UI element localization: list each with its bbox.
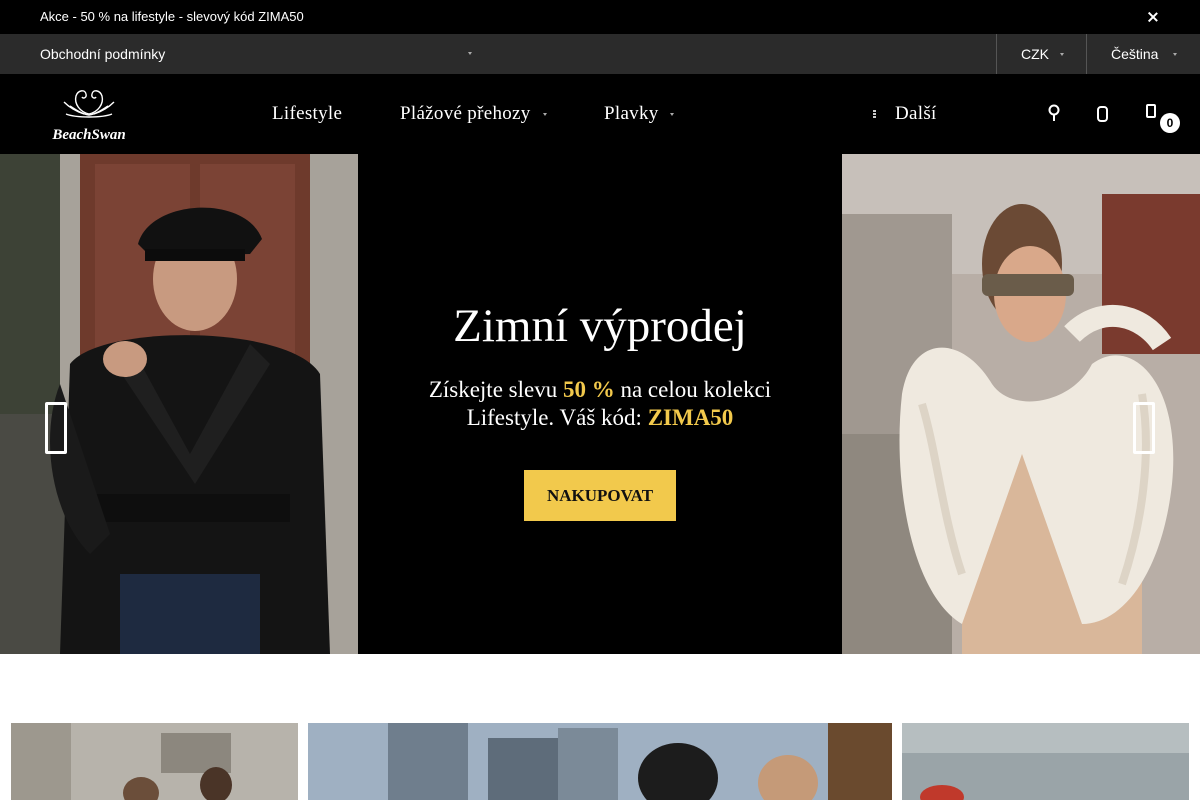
currency-selector[interactable]: CZK: [997, 34, 1086, 74]
logo[interactable]: BeachSwan: [40, 84, 138, 146]
category-tile[interactable]: [902, 723, 1189, 800]
swan-logo-icon: BeachSwan: [51, 90, 126, 143]
cart-icon[interactable]: [1145, 102, 1159, 120]
shop-now-button[interactable]: NAKUPOVAT: [524, 470, 676, 521]
nav-item-beach-covers[interactable]: Plážové přehozy: [400, 103, 531, 125]
terms-chevron-icon: [468, 52, 472, 55]
chevron-right-icon[interactable]: [1133, 402, 1155, 454]
chevron-down-icon: [543, 113, 547, 116]
terms-link[interactable]: Obchodní podmínky: [40, 46, 165, 62]
category-tile[interactable]: [11, 723, 298, 800]
category-image: [902, 723, 1189, 800]
search-icon[interactable]: [1047, 103, 1061, 123]
category-tile[interactable]: [308, 723, 892, 800]
hero-subtitle-text: Lifestyle. Váš kód:: [466, 405, 648, 430]
hero-discount: 50 %: [562, 377, 615, 402]
category-image: [11, 723, 298, 800]
nav-item-more[interactable]: Další: [895, 103, 937, 125]
hero-code: ZIMA50: [647, 405, 734, 430]
logo-text: BeachSwan: [51, 127, 125, 143]
hero-subtitle: Získejte slevu 50 % na celou kolekci Lif…: [358, 376, 842, 432]
language-label: Čeština: [1111, 46, 1159, 62]
more-icon: [873, 110, 877, 118]
chevron-down-icon: [1173, 53, 1177, 56]
nav-item-swimwear[interactable]: Plavky: [604, 103, 659, 125]
user-icon[interactable]: [1096, 104, 1110, 124]
nav-item-lifestyle[interactable]: Lifestyle: [272, 103, 342, 125]
main-header: [0, 74, 1200, 154]
chevron-down-icon: [670, 113, 674, 116]
hero-subtitle-text: Získejte slevu: [428, 377, 563, 402]
currency-label: CZK: [1021, 46, 1049, 62]
announcement-text: Akce - 50 % na lifestyle - slevový kód Z…: [40, 9, 304, 24]
hero-banner: Zimní výprodej Získejte slevu 50 % na ce…: [0, 154, 1200, 654]
hero-subtitle-line-2: Lifestyle. Váš kód: ZIMA50: [358, 404, 842, 432]
chevron-down-icon: [1060, 53, 1064, 56]
chevron-left-icon[interactable]: [45, 402, 67, 454]
hero-title: Zimní výprodej: [453, 300, 747, 352]
language-selector[interactable]: Čeština: [1087, 34, 1200, 74]
cart-count-badge: 0: [1160, 113, 1180, 133]
category-image: [308, 723, 892, 800]
close-icon[interactable]: [1145, 9, 1161, 25]
announcement-bar: Akce - 50 % na lifestyle - slevový kód Z…: [0, 0, 1200, 34]
hero-subtitle-text: na celou kolekci: [614, 377, 772, 402]
hero-subtitle-line-1: Získejte slevu 50 % na celou kolekci: [358, 376, 842, 404]
